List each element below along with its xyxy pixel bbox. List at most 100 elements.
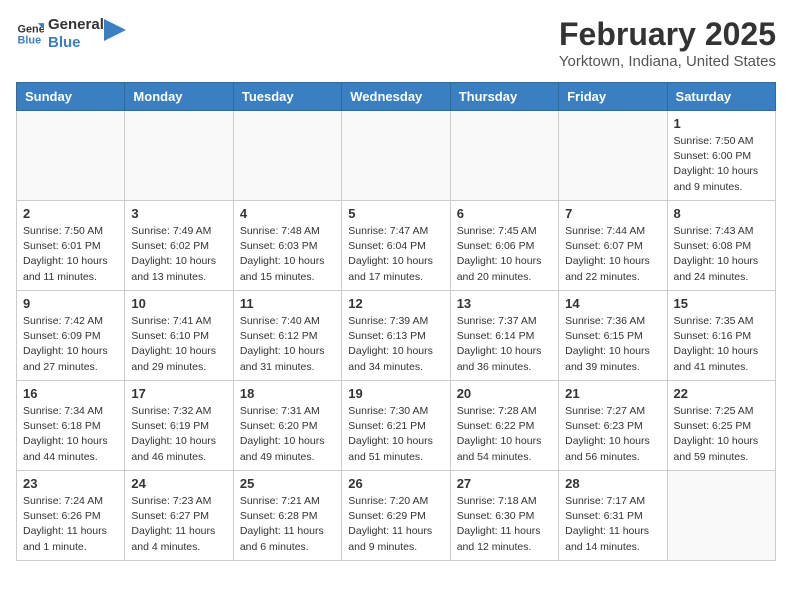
logo: General Blue General Blue bbox=[16, 16, 126, 52]
calendar-cell: 28Sunrise: 7:17 AM Sunset: 6:31 PM Dayli… bbox=[559, 471, 667, 561]
weekday-header-row: SundayMondayTuesdayWednesdayThursdayFrid… bbox=[17, 83, 776, 111]
day-info: Sunrise: 7:30 AM Sunset: 6:21 PM Dayligh… bbox=[348, 404, 443, 465]
calendar-week-row: 23 Sunrise: 7:24 AM Sunset: 6:26 PM Dayli… bbox=[17, 471, 776, 561]
day-info: Sunrise: 7:43 AM Sunset: 6:08 PM Dayligh… bbox=[674, 224, 769, 285]
logo-icon: General Blue bbox=[16, 20, 44, 48]
location: Yorktown, Indiana, United States bbox=[559, 53, 776, 70]
day-number: 16 bbox=[23, 386, 118, 401]
day-info: Sunrise: 7:17 AM Sunset: 6:31 PM Dayligh… bbox=[565, 494, 660, 555]
day-number: 11 bbox=[240, 296, 335, 311]
calendar-cell: 2 Sunrise: 7:50 AM Sunset: 6:01 PM Daylig… bbox=[17, 201, 125, 291]
day-number: 9 bbox=[23, 296, 118, 311]
day-number: 5 bbox=[348, 206, 443, 221]
calendar-cell: 25Sunrise: 7:21 AM Sunset: 6:28 PM Dayli… bbox=[233, 471, 341, 561]
calendar-cell: 8Sunrise: 7:43 AM Sunset: 6:08 PM Daylig… bbox=[667, 201, 775, 291]
calendar-cell: 7 Sunrise: 7:44 AM Sunset: 6:07 PM Daylig… bbox=[559, 201, 667, 291]
day-number: 21 bbox=[565, 386, 660, 401]
day-info: Sunrise: 7:48 AM Sunset: 6:03 PM Dayligh… bbox=[240, 224, 335, 285]
day-number: 18 bbox=[240, 386, 335, 401]
svg-text:Blue: Blue bbox=[18, 34, 42, 46]
day-info: Sunrise: 7:50 AM Sunset: 6:01 PM Dayligh… bbox=[23, 224, 118, 285]
day-number: 26 bbox=[348, 476, 443, 491]
calendar-cell: 9 Sunrise: 7:42 AM Sunset: 6:09 PM Daylig… bbox=[17, 291, 125, 381]
day-info: Sunrise: 7:47 AM Sunset: 6:04 PM Dayligh… bbox=[348, 224, 443, 285]
day-number: 6 bbox=[457, 206, 552, 221]
day-number: 13 bbox=[457, 296, 552, 311]
calendar-week-row: 1Sunrise: 7:50 AM Sunset: 6:00 PM Daylig… bbox=[17, 111, 776, 201]
page-header: General Blue General Blue February 2025 … bbox=[16, 16, 776, 70]
day-info: Sunrise: 7:40 AM Sunset: 6:12 PM Dayligh… bbox=[240, 314, 335, 375]
day-info: Sunrise: 7:39 AM Sunset: 6:13 PM Dayligh… bbox=[348, 314, 443, 375]
day-info: Sunrise: 7:24 AM Sunset: 6:26 PM Dayligh… bbox=[23, 494, 118, 555]
day-number: 14 bbox=[565, 296, 660, 311]
calendar-cell: 12Sunrise: 7:39 AM Sunset: 6:13 PM Dayli… bbox=[342, 291, 450, 381]
weekday-header-friday: Friday bbox=[559, 83, 667, 111]
weekday-header-sunday: Sunday bbox=[17, 83, 125, 111]
calendar-cell bbox=[342, 111, 450, 201]
calendar-cell: 20Sunrise: 7:28 AM Sunset: 6:22 PM Dayli… bbox=[450, 381, 558, 471]
weekday-header-wednesday: Wednesday bbox=[342, 83, 450, 111]
month-title: February 2025 bbox=[559, 16, 776, 53]
day-number: 7 bbox=[565, 206, 660, 221]
title-block: February 2025 Yorktown, Indiana, United … bbox=[559, 16, 776, 70]
calendar-cell: 1Sunrise: 7:50 AM Sunset: 6:00 PM Daylig… bbox=[667, 111, 775, 201]
day-info: Sunrise: 7:35 AM Sunset: 6:16 PM Dayligh… bbox=[674, 314, 769, 375]
calendar-cell: 23 Sunrise: 7:24 AM Sunset: 6:26 PM Dayli… bbox=[17, 471, 125, 561]
calendar-cell: 21 Sunrise: 7:27 AM Sunset: 6:23 PM Dayli… bbox=[559, 381, 667, 471]
day-info: Sunrise: 7:41 AM Sunset: 6:10 PM Dayligh… bbox=[131, 314, 226, 375]
day-info: Sunrise: 7:37 AM Sunset: 6:14 PM Dayligh… bbox=[457, 314, 552, 375]
weekday-header-saturday: Saturday bbox=[667, 83, 775, 111]
calendar-cell: 18 Sunrise: 7:31 AM Sunset: 6:20 PM Dayli… bbox=[233, 381, 341, 471]
day-number: 2 bbox=[23, 206, 118, 221]
day-info: Sunrise: 7:23 AM Sunset: 6:27 PM Dayligh… bbox=[131, 494, 226, 555]
calendar-cell: 22 Sunrise: 7:25 AM Sunset: 6:25 PM Dayli… bbox=[667, 381, 775, 471]
calendar-cell bbox=[450, 111, 558, 201]
day-info: Sunrise: 7:34 AM Sunset: 6:18 PM Dayligh… bbox=[23, 404, 118, 465]
calendar-cell bbox=[17, 111, 125, 201]
weekday-header-tuesday: Tuesday bbox=[233, 83, 341, 111]
day-info: Sunrise: 7:21 AM Sunset: 6:28 PM Dayligh… bbox=[240, 494, 335, 555]
calendar-cell: 6 Sunrise: 7:45 AM Sunset: 6:06 PM Daylig… bbox=[450, 201, 558, 291]
day-info: Sunrise: 7:31 AM Sunset: 6:20 PM Dayligh… bbox=[240, 404, 335, 465]
day-number: 20 bbox=[457, 386, 552, 401]
day-info: Sunrise: 7:27 AM Sunset: 6:23 PM Dayligh… bbox=[565, 404, 660, 465]
calendar-cell: 3 Sunrise: 7:49 AM Sunset: 6:02 PM Daylig… bbox=[125, 201, 233, 291]
weekday-header-thursday: Thursday bbox=[450, 83, 558, 111]
day-info: Sunrise: 7:44 AM Sunset: 6:07 PM Dayligh… bbox=[565, 224, 660, 285]
day-info: Sunrise: 7:42 AM Sunset: 6:09 PM Dayligh… bbox=[23, 314, 118, 375]
calendar-cell: 13 Sunrise: 7:37 AM Sunset: 6:14 PM Dayli… bbox=[450, 291, 558, 381]
calendar-cell bbox=[233, 111, 341, 201]
day-number: 23 bbox=[23, 476, 118, 491]
calendar-cell: 4 Sunrise: 7:48 AM Sunset: 6:03 PM Daylig… bbox=[233, 201, 341, 291]
calendar-cell: 11 Sunrise: 7:40 AM Sunset: 6:12 PM Dayli… bbox=[233, 291, 341, 381]
calendar-cell: 17Sunrise: 7:32 AM Sunset: 6:19 PM Dayli… bbox=[125, 381, 233, 471]
day-number: 4 bbox=[240, 206, 335, 221]
day-number: 10 bbox=[131, 296, 226, 311]
day-number: 3 bbox=[131, 206, 226, 221]
day-info: Sunrise: 7:25 AM Sunset: 6:25 PM Dayligh… bbox=[674, 404, 769, 465]
calendar-cell bbox=[559, 111, 667, 201]
day-info: Sunrise: 7:36 AM Sunset: 6:15 PM Dayligh… bbox=[565, 314, 660, 375]
calendar-cell: 14 Sunrise: 7:36 AM Sunset: 6:15 PM Dayli… bbox=[559, 291, 667, 381]
day-info: Sunrise: 7:32 AM Sunset: 6:19 PM Dayligh… bbox=[131, 404, 226, 465]
day-info: Sunrise: 7:18 AM Sunset: 6:30 PM Dayligh… bbox=[457, 494, 552, 555]
day-number: 27 bbox=[457, 476, 552, 491]
calendar-cell: 24Sunrise: 7:23 AM Sunset: 6:27 PM Dayli… bbox=[125, 471, 233, 561]
day-number: 1 bbox=[674, 116, 769, 131]
day-info: Sunrise: 7:45 AM Sunset: 6:06 PM Dayligh… bbox=[457, 224, 552, 285]
calendar-week-row: 9 Sunrise: 7:42 AM Sunset: 6:09 PM Daylig… bbox=[17, 291, 776, 381]
calendar-cell: 5 Sunrise: 7:47 AM Sunset: 6:04 PM Daylig… bbox=[342, 201, 450, 291]
logo-blue: Blue bbox=[48, 34, 104, 52]
day-number: 15 bbox=[674, 296, 769, 311]
weekday-header-monday: Monday bbox=[125, 83, 233, 111]
day-number: 22 bbox=[674, 386, 769, 401]
calendar-cell: 16 Sunrise: 7:34 AM Sunset: 6:18 PM Dayli… bbox=[17, 381, 125, 471]
calendar-week-row: 16 Sunrise: 7:34 AM Sunset: 6:18 PM Dayli… bbox=[17, 381, 776, 471]
day-info: Sunrise: 7:49 AM Sunset: 6:02 PM Dayligh… bbox=[131, 224, 226, 285]
day-number: 19 bbox=[348, 386, 443, 401]
calendar-cell: 10 Sunrise: 7:41 AM Sunset: 6:10 PM Dayli… bbox=[125, 291, 233, 381]
calendar-cell: 15 Sunrise: 7:35 AM Sunset: 6:16 PM Dayli… bbox=[667, 291, 775, 381]
day-info: Sunrise: 7:20 AM Sunset: 6:29 PM Dayligh… bbox=[348, 494, 443, 555]
calendar-week-row: 2 Sunrise: 7:50 AM Sunset: 6:01 PM Daylig… bbox=[17, 201, 776, 291]
logo-general: General bbox=[48, 16, 104, 34]
